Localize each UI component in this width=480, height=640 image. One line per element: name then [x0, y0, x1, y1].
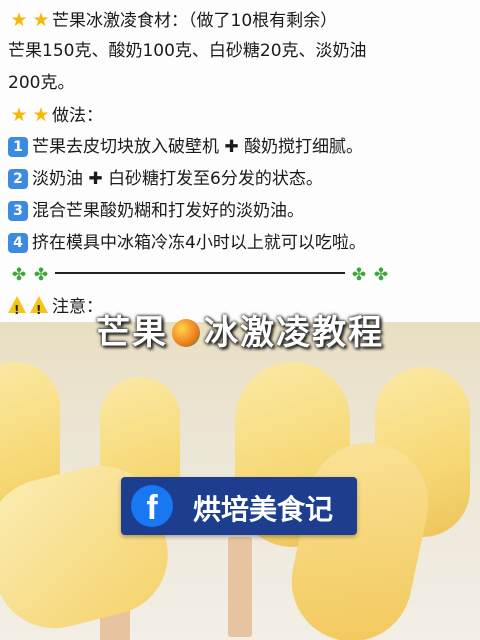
ingredients-title-line: ★ ★ 芒果冰激凌食材：（做了10根有剩余）	[8, 8, 337, 33]
step-1-text-a: 芒果去皮切块放入破壁机	[32, 137, 219, 157]
number-2-icon: 2	[8, 169, 28, 189]
ingredients-line-2: 200克。	[8, 73, 75, 93]
facebook-logo-icon: f	[131, 485, 173, 527]
four-leaf-clover-icon: ✤	[11, 265, 27, 285]
method-title-line: ★ ★ 做法：	[8, 103, 103, 128]
popsicle-stick	[228, 537, 252, 637]
method-title: 做法：	[52, 106, 103, 126]
page-name: 烘培美食记	[193, 493, 334, 526]
four-leaf-clover-icon: ✤	[33, 265, 49, 285]
number-4-icon: 4	[8, 233, 28, 253]
star-icon: ★	[32, 104, 50, 126]
step-1-text-b: 酸奶搅打细腻。	[244, 137, 364, 157]
four-leaf-clover-icon: ✤	[373, 265, 389, 285]
step-2-text-b: 白砂糖打发至6分发的状态。	[108, 169, 323, 189]
step-4-text: 挤在模具中冰箱冷冻4小时以上就可以吃啦。	[32, 233, 366, 253]
step-3-text: 混合芒果酸奶糊和打发好的淡奶油。	[32, 201, 304, 221]
mango-icon	[172, 319, 200, 347]
step-1: 1 芒果去皮切块放入破壁机 ✚ 酸奶搅打细腻。	[8, 135, 363, 159]
step-4: 4 挤在模具中冰箱冷冻4小时以上就可以吃啦。	[8, 231, 366, 255]
step-2: 2 淡奶油 ✚ 白砂糖打发至6分发的状态。	[8, 167, 323, 191]
divider	[55, 272, 345, 274]
number-1-icon: 1	[8, 137, 28, 157]
step-2-text-a: 淡奶油	[32, 169, 83, 189]
plus-icon: ✚	[88, 169, 103, 189]
divider-line: ✤ ✤ ✤ ✤	[8, 263, 392, 287]
step-3: 3 混合芒果酸奶糊和打发好的淡奶油。	[8, 199, 304, 223]
plus-icon: ✚	[224, 137, 239, 157]
title-banner: 芒果 冰激凌教程	[0, 305, 480, 355]
facebook-page-badge[interactable]: f 烘培美食记	[121, 477, 357, 535]
star-icon: ★	[10, 104, 28, 126]
star-icon: ★	[10, 9, 28, 31]
ingredients-line-1: 芒果150克、酸奶100克、白砂糖20克、淡奶油	[8, 41, 367, 61]
banner-text-2: 冰激凌教程	[204, 313, 384, 353]
recipe-text-area: ★ ★ 芒果冰激凌食材：（做了10根有剩余） 芒果150克、酸奶100克、白砂糖20…	[0, 0, 480, 322]
ingredients-title: 芒果冰激凌食材：（做了10根有剩余）	[52, 11, 338, 31]
star-icon: ★	[32, 9, 50, 31]
four-leaf-clover-icon: ✤	[351, 265, 367, 285]
banner-text-1: 芒果	[96, 313, 168, 353]
number-3-icon: 3	[8, 201, 28, 221]
